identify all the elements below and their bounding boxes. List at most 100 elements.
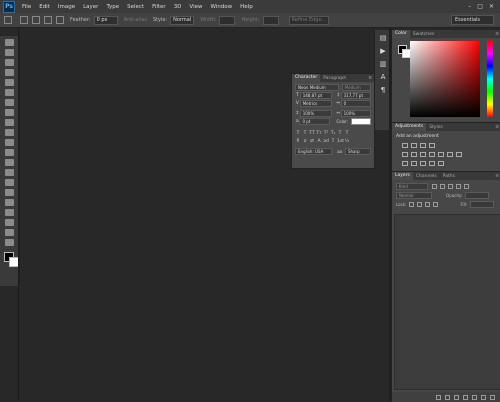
filter-pixel-icon[interactable] xyxy=(432,184,437,189)
adjustments-panel-menu-icon[interactable]: ≡ xyxy=(495,125,499,130)
faux-italic-icon[interactable]: T xyxy=(302,131,308,136)
levels-icon[interactable] xyxy=(411,143,417,148)
new-layer-icon[interactable] xyxy=(481,394,486,400)
quick-select-icon[interactable] xyxy=(5,69,14,76)
language-select[interactable]: English: USA xyxy=(295,147,333,155)
healing-icon[interactable] xyxy=(5,99,14,106)
hue-slider[interactable] xyxy=(487,41,493,117)
adjustment-layer-icon[interactable] xyxy=(463,394,468,400)
add-selection-icon[interactable] xyxy=(32,16,40,24)
link-layers-icon[interactable] xyxy=(436,394,441,400)
vertical-scale-input[interactable]: 100% xyxy=(299,109,332,117)
menu-edit[interactable]: Edit xyxy=(35,4,54,10)
channel-mixer-icon[interactable] xyxy=(447,152,453,157)
menu-select[interactable]: Select xyxy=(123,4,148,10)
workspace-select[interactable]: Essentials xyxy=(451,15,494,25)
pen-icon[interactable] xyxy=(5,179,14,186)
blend-mode-select[interactable]: Normal xyxy=(396,192,432,199)
color-balance-icon[interactable] xyxy=(420,152,426,157)
exposure-icon[interactable] xyxy=(429,143,435,148)
threshold-icon[interactable] xyxy=(420,161,426,166)
character-icon[interactable]: A xyxy=(379,73,388,82)
refine-edge-button[interactable]: Refine Edge... xyxy=(288,15,330,25)
eraser-icon[interactable] xyxy=(5,139,14,146)
menu-filter[interactable]: Filter xyxy=(148,4,170,10)
brightness-icon[interactable] xyxy=(402,143,408,148)
tab-adjustments[interactable]: Adjustments xyxy=(392,123,427,131)
all-caps-icon[interactable]: TT xyxy=(309,131,315,136)
close-icon[interactable]: ✕ xyxy=(489,3,494,10)
tab-styles[interactable]: Styles xyxy=(426,125,446,130)
crop-icon[interactable] xyxy=(5,79,14,86)
history-icon[interactable]: ▤ xyxy=(379,34,388,43)
antialias-checkbox[interactable]: Anti-alias xyxy=(124,17,147,23)
old-style-icon[interactable]: ơ xyxy=(302,139,308,144)
leading-input[interactable]: 317,77 pt xyxy=(340,91,371,99)
ordinals-icon[interactable]: T xyxy=(330,139,336,144)
subscript-icon[interactable]: T₁ xyxy=(330,131,336,136)
photo-filter-icon[interactable] xyxy=(438,152,444,157)
properties-icon[interactable]: ▥ xyxy=(379,60,388,69)
eyedropper-icon[interactable] xyxy=(5,89,14,96)
style-select[interactable]: Normal xyxy=(170,15,195,25)
gradient-icon[interactable] xyxy=(5,149,14,156)
selective-color-icon[interactable] xyxy=(438,161,444,166)
kerning-select[interactable]: Metrics xyxy=(299,99,332,107)
vibrance-icon[interactable] xyxy=(402,152,408,157)
tab-paths[interactable]: Paths xyxy=(440,174,458,179)
subtract-selection-icon[interactable] xyxy=(44,16,52,24)
half-icon[interactable]: ½ xyxy=(344,139,350,144)
fill-input[interactable] xyxy=(470,201,495,208)
layers-list[interactable] xyxy=(394,214,500,390)
strikethrough-icon[interactable]: T xyxy=(344,131,350,136)
underline-icon[interactable]: T xyxy=(337,131,343,136)
filter-smart-icon[interactable] xyxy=(464,184,469,189)
layers-panel-menu-icon[interactable]: ≡ xyxy=(495,174,499,179)
tab-paragraph[interactable]: Paragraph xyxy=(320,76,349,81)
filter-adjustment-icon[interactable] xyxy=(440,184,445,189)
invert-icon[interactable] xyxy=(402,161,408,166)
tracking-select[interactable]: 0 xyxy=(340,99,371,107)
font-size-input[interactable]: 148,87 pt xyxy=(299,91,332,99)
menu-file[interactable]: File xyxy=(18,4,35,10)
path-select-icon[interactable] xyxy=(5,199,14,206)
move-icon[interactable] xyxy=(5,39,14,46)
type-icon[interactable] xyxy=(5,189,14,196)
tab-swatches[interactable]: Swatches xyxy=(410,32,438,37)
zoom-icon[interactable] xyxy=(5,229,14,236)
color-panel-menu-icon[interactable]: ≡ xyxy=(495,32,499,37)
extras-icon[interactable] xyxy=(5,239,14,246)
filter-type-icon[interactable] xyxy=(448,184,453,189)
new-group-icon[interactable] xyxy=(472,394,477,400)
horizontal-scale-input[interactable]: 100% xyxy=(340,109,371,117)
brush-icon[interactable] xyxy=(5,109,14,116)
alternates-icon[interactable]: A xyxy=(316,139,322,144)
titling-icon[interactable]: ad xyxy=(323,139,329,144)
font-style-select[interactable]: Medium xyxy=(341,83,371,91)
marquee-tool-icon[interactable] xyxy=(4,16,12,24)
menu-view[interactable]: View xyxy=(185,4,206,10)
font-family-select[interactable]: Neon Medium xyxy=(295,83,339,91)
superscript-icon[interactable]: T¹ xyxy=(323,131,329,136)
new-selection-icon[interactable] xyxy=(20,16,28,24)
clone-stamp-icon[interactable] xyxy=(5,119,14,126)
baseline-shift-input[interactable]: 0 pt xyxy=(299,117,331,125)
menu-type[interactable]: Type xyxy=(102,4,123,10)
menu-help[interactable]: Help xyxy=(236,4,257,10)
minimize-icon[interactable]: – xyxy=(468,3,471,10)
blur-icon[interactable] xyxy=(5,159,14,166)
menu-3d[interactable]: 3D xyxy=(170,4,186,10)
tab-color[interactable]: Color xyxy=(392,30,410,38)
lock-position-icon[interactable] xyxy=(425,202,431,207)
curves-icon[interactable] xyxy=(420,143,426,148)
black-white-icon[interactable] xyxy=(429,152,435,157)
hand-icon[interactable] xyxy=(5,219,14,226)
feather-input[interactable]: 0 px xyxy=(93,15,118,25)
layer-mask-icon[interactable] xyxy=(454,394,459,400)
hue-saturation-icon[interactable] xyxy=(411,152,417,157)
filter-shape-icon[interactable] xyxy=(456,184,461,189)
small-caps-icon[interactable]: Tт xyxy=(316,131,322,136)
maximize-icon[interactable]: □ xyxy=(477,3,483,10)
dodge-icon[interactable] xyxy=(5,169,14,176)
shape-icon[interactable] xyxy=(5,209,14,216)
